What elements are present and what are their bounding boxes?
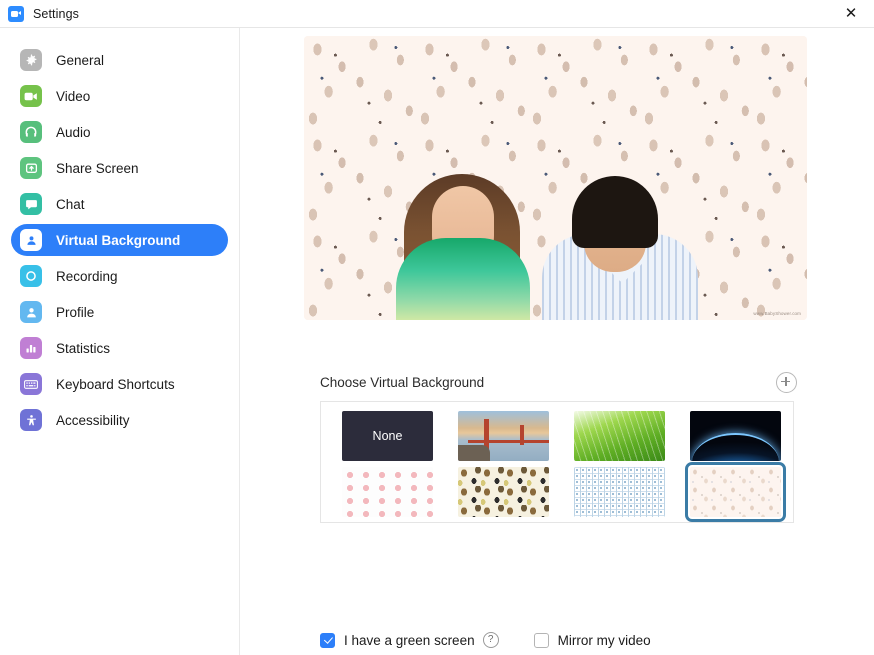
chat-bubble-icon	[20, 193, 42, 215]
sidebar-item-label: Share Screen	[56, 160, 139, 176]
person-icon	[20, 301, 42, 323]
green-screen-label: I have a green screen	[344, 632, 475, 648]
bar-chart-icon	[20, 337, 42, 359]
preview-participants	[304, 116, 807, 320]
mirror-video-label: Mirror my video	[557, 632, 651, 648]
background-thumbnail-golden-gate-bridge[interactable]	[458, 411, 549, 461]
choose-background-header: Choose Virtual Background	[320, 369, 797, 395]
video-preview: www.BabyShower.com	[304, 36, 807, 320]
mirror-video-checkbox[interactable]	[533, 632, 549, 648]
sidebar-item-keyboard-shortcuts[interactable]: Keyboard Shortcuts	[11, 368, 228, 400]
add-background-button[interactable]	[776, 371, 797, 393]
sidebar-item-virtual-background[interactable]: Virtual Background	[11, 224, 228, 256]
bridge-deck	[468, 440, 549, 443]
green-screen-option[interactable]: I have a green screen ?	[320, 632, 499, 648]
man-hair	[572, 176, 658, 248]
help-icon[interactable]: ?	[482, 632, 499, 648]
background-thumbnail-dots-pattern[interactable]	[574, 467, 665, 517]
sidebar-item-general[interactable]: General	[11, 44, 228, 76]
virtual-background-icon	[20, 229, 42, 251]
sidebar-item-label: General	[56, 52, 105, 68]
bridge-rock	[458, 445, 490, 461]
camera-icon	[20, 85, 42, 107]
background-options: I have a green screen ? Mirror my video	[320, 632, 651, 648]
sidebar-item-recording[interactable]: Recording	[11, 260, 228, 292]
background-thumbnail-jungle-pattern[interactable]	[458, 467, 549, 517]
sidebar-item-label: Audio	[56, 124, 91, 140]
sidebar-item-video[interactable]: Video	[11, 80, 228, 112]
close-icon[interactable]: ✕	[828, 0, 874, 27]
woman-body	[396, 238, 530, 320]
keyboard-icon	[20, 373, 42, 395]
sidebar-item-label: Accessibility	[56, 412, 130, 428]
sidebar-item-statistics[interactable]: Statistics	[11, 332, 228, 364]
headphones-icon	[20, 121, 42, 143]
background-thumbnail-baby-pattern[interactable]	[342, 467, 433, 517]
mirror-video-option[interactable]: Mirror my video	[533, 632, 651, 648]
sidebar-item-audio[interactable]: Audio	[11, 116, 228, 148]
window-title: Settings	[33, 6, 79, 21]
background-thumbnail-grid: None	[320, 401, 794, 523]
sidebar-item-label: Chat	[56, 196, 85, 212]
choose-background-label: Choose Virtual Background	[320, 374, 485, 390]
sidebar-item-label: Keyboard Shortcuts	[56, 376, 175, 392]
sidebar-item-profile[interactable]: Profile	[11, 296, 228, 328]
green-screen-checkbox[interactable]	[320, 632, 335, 648]
sidebar-item-chat[interactable]: Chat	[11, 188, 228, 220]
title-bar: Settings ✕	[0, 0, 874, 28]
sidebar-item-label: Profile	[56, 304, 95, 320]
gear-icon	[20, 49, 42, 71]
background-thumbnail-bunny-pattern[interactable]	[685, 462, 786, 522]
zoom-camera-icon	[8, 5, 24, 22]
thumbnail-row: None	[342, 411, 793, 461]
sidebar-item-label: Video	[56, 88, 91, 104]
settings-sidebar: General Video Audio Share Screen Chat Vi…	[0, 28, 240, 655]
background-thumbnail-none[interactable]: None	[342, 411, 433, 461]
thumbnail-label: None	[372, 429, 403, 443]
sidebar-item-accessibility[interactable]: Accessibility	[11, 404, 228, 436]
sidebar-item-label: Virtual Background	[56, 232, 181, 248]
accessibility-icon	[20, 409, 42, 431]
sidebar-item-label: Recording	[56, 268, 118, 284]
preview-watermark: www.BabyShower.com	[753, 311, 801, 316]
thumbnail-row	[342, 462, 793, 522]
sidebar-item-label: Statistics	[56, 340, 111, 356]
share-screen-icon	[20, 157, 42, 179]
background-thumbnail-grass[interactable]	[574, 411, 665, 461]
sidebar-item-share-screen[interactable]: Share Screen	[11, 152, 228, 184]
background-thumbnail-earth[interactable]	[690, 411, 781, 461]
virtual-background-panel: www.BabyShower.com Choose Virtual Backgr…	[241, 28, 874, 655]
record-circle-icon	[20, 265, 42, 287]
